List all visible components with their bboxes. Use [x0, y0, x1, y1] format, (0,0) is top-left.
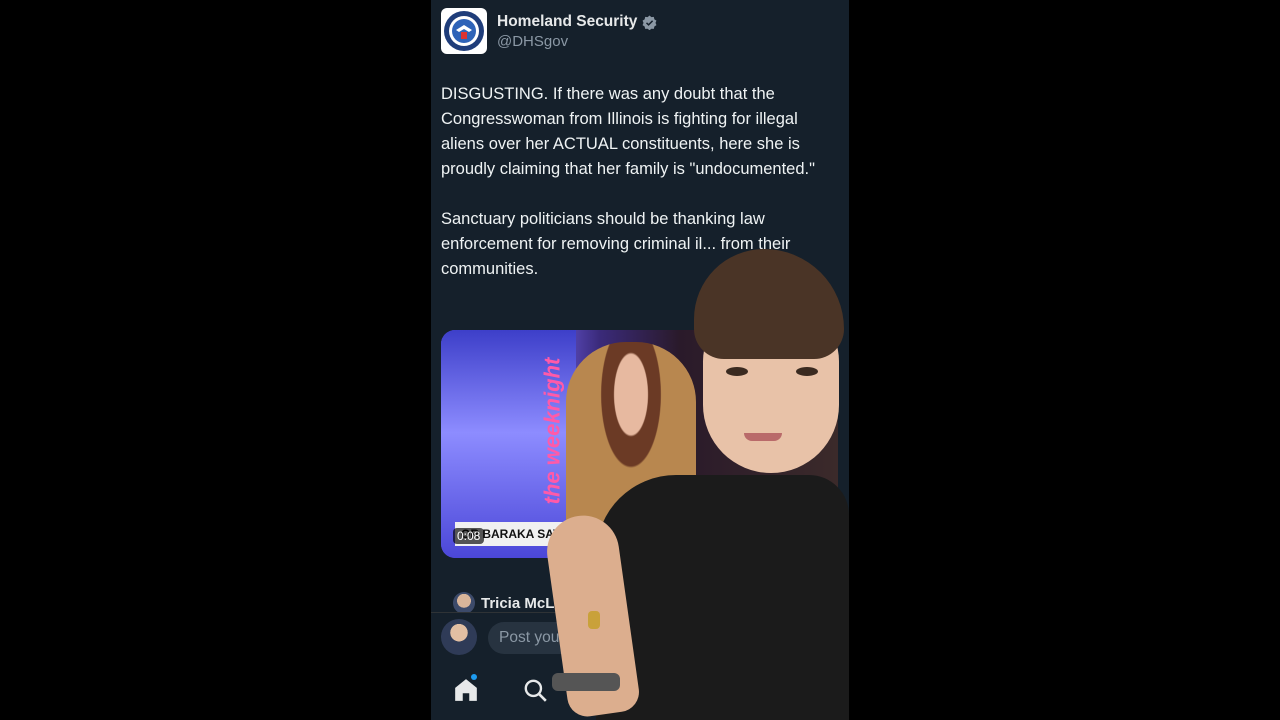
notification-dot — [471, 674, 477, 680]
search-icon[interactable] — [522, 677, 548, 703]
show-logo: the weeknight — [539, 357, 565, 505]
video-timestamp: 0:08 — [453, 528, 485, 544]
verified-badge-icon — [642, 14, 657, 30]
author-name-row[interactable]: Homeland Security — [497, 13, 657, 31]
reply-input[interactable]: Post you — [488, 622, 799, 654]
tweet-screen: Homeland Security @DHSgov DISGUSTING. If… — [431, 0, 849, 720]
reply-composer: Post you — [431, 612, 849, 663]
post-paragraph-2: Sanctuary politicians should be thanking… — [441, 210, 791, 278]
post-paragraph-1: DISGUSTING. If there was any doubt that … — [441, 85, 815, 178]
post-header: Homeland Security @DHSgov — [441, 8, 657, 54]
dhs-seal-avatar[interactable] — [441, 8, 487, 54]
my-avatar[interactable] — [441, 619, 477, 655]
reply-preview[interactable]: Tricia McL — [453, 592, 554, 614]
post-video[interactable]: the weeknight OR BARAKA SAYS 0:08 — [441, 330, 838, 558]
bottom-nav — [431, 662, 849, 720]
author-handle[interactable]: @DHSgov — [497, 33, 657, 50]
dhs-seal-icon — [444, 11, 484, 51]
reply-author-name[interactable]: Tricia McL — [481, 595, 554, 612]
reply-avatar[interactable] — [453, 592, 475, 614]
home-icon[interactable] — [453, 677, 479, 703]
post-body: DISGUSTING. If there was any doubt that … — [441, 82, 841, 282]
video-speaker — [566, 342, 696, 552]
author-name[interactable]: Homeland Security — [497, 13, 637, 31]
